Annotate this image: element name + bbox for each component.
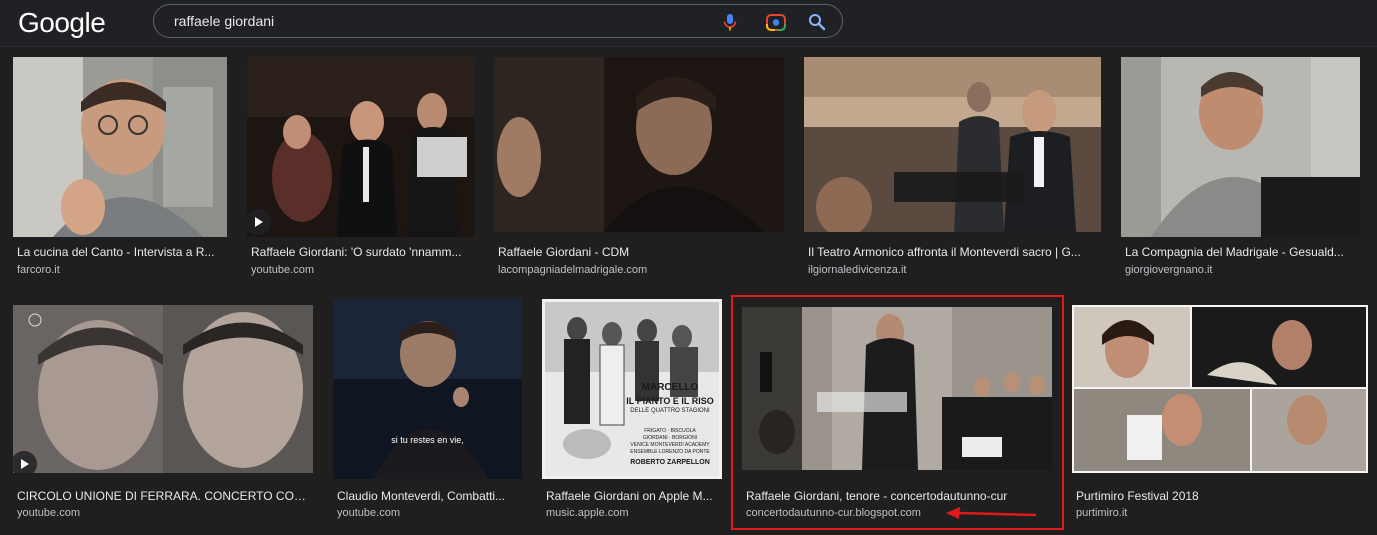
image-result-card[interactable]: La Compagnia del Madrigale - Gesuald... … — [1121, 57, 1360, 277]
poster-credits: VENICE MONTEVERDI ACADEMY — [630, 442, 710, 448]
image-result-card[interactable]: Il Teatro Armonico affronta il Monteverd… — [804, 57, 1101, 277]
image-result-card[interactable]: Purtimiro Festival 2018 purtimiro.it — [1072, 305, 1368, 523]
image-result-card[interactable]: MARCELLO IL PIANTO E IL RISO DELLE QUATT… — [542, 299, 722, 523]
poster-credits: ENSEMBLE LORENZO DA PONTE — [630, 449, 710, 455]
result-source[interactable]: lacompagniadelmadrigale.com — [498, 264, 780, 276]
result-thumbnail[interactable] — [494, 57, 784, 232]
video-subtitle: si tu restes en vie, — [391, 435, 464, 445]
result-thumbnail[interactable] — [1121, 57, 1360, 237]
result-source[interactable]: giorgiovergnano.it — [1125, 264, 1356, 276]
result-title[interactable]: La cucina del Canto - Intervista a R... — [17, 245, 223, 259]
result-thumbnail[interactable] — [333, 299, 522, 479]
poster-title: MARCELLO — [641, 382, 699, 393]
image-result-card[interactable]: Raffaele Giordani - CDM lacompagniadelma… — [494, 57, 784, 277]
search-box[interactable]: raffaele giordani — [153, 4, 843, 38]
result-source[interactable]: purtimiro.it — [1076, 507, 1364, 519]
image-result-card[interactable]: La cucina del Canto - Intervista a R... … — [13, 57, 227, 277]
result-title[interactable]: Purtimiro Festival 2018 — [1076, 489, 1364, 503]
poster-credits: GIORDANI · BORGIONI — [642, 435, 698, 441]
result-thumbnail[interactable] — [804, 57, 1101, 232]
result-title[interactable]: La Compagnia del Madrigale - Gesuald... — [1125, 245, 1356, 259]
result-source[interactable]: farcoro.it — [17, 264, 223, 276]
camera-lens-icon[interactable] — [765, 12, 786, 32]
annotation-highlight-box — [731, 295, 1064, 530]
result-source[interactable]: youtube.com — [251, 264, 470, 276]
annotation-arrow-icon — [946, 507, 1037, 519]
result-source[interactable]: youtube.com — [17, 507, 309, 519]
result-thumbnail[interactable] — [1072, 305, 1368, 473]
result-thumbnail[interactable] — [247, 57, 474, 237]
result-source[interactable]: music.apple.com — [546, 507, 718, 519]
result-title[interactable]: Claudio Monteverdi, Combatti... — [337, 489, 518, 503]
play-icon — [21, 459, 29, 469]
poster-subtitle: IL PIANTO E IL RISO — [626, 396, 714, 406]
result-title[interactable]: Raffaele Giordani: 'O surdato 'nnamm... — [251, 245, 470, 259]
mic-icon[interactable] — [720, 12, 740, 32]
poster-subtitle-2: DELLE QUATTRO STAGIONI — [630, 408, 710, 414]
result-thumbnail[interactable] — [13, 305, 313, 473]
search-input[interactable]: raffaele giordani — [174, 13, 274, 29]
play-icon — [255, 217, 263, 227]
video-badge — [245, 209, 271, 235]
top-bar: Google raffaele giordani — [0, 0, 1377, 47]
poster-credits: FRIGATO · BISCUOLA — [644, 428, 696, 434]
poster-conductor: ROBERTO ZARPELLON — [630, 459, 710, 466]
image-result-card[interactable]: Raffaele Giordani: 'O surdato 'nnamm... … — [245, 57, 474, 277]
result-title[interactable]: Raffaele Giordani on Apple M... — [546, 489, 718, 503]
google-logo[interactable]: Google — [18, 7, 106, 39]
result-source[interactable]: ilgiornaledivicenza.it — [808, 264, 1097, 276]
video-badge — [11, 451, 37, 477]
result-thumbnail[interactable] — [13, 57, 227, 237]
image-result-card[interactable]: CIRCOLO UNIONE DI FERRARA. CONCERTO CON … — [11, 305, 313, 523]
result-title[interactable]: Raffaele Giordani - CDM — [498, 245, 780, 259]
search-icon[interactable] — [807, 12, 827, 32]
result-title[interactable]: Il Teatro Armonico affronta il Monteverd… — [808, 245, 1097, 259]
image-result-card[interactable]: si tu restes en vie, Claudio Monteverdi,… — [333, 299, 522, 523]
result-title[interactable]: CIRCOLO UNIONE DI FERRARA. CONCERTO CON … — [17, 489, 309, 503]
result-source[interactable]: youtube.com — [337, 507, 518, 519]
